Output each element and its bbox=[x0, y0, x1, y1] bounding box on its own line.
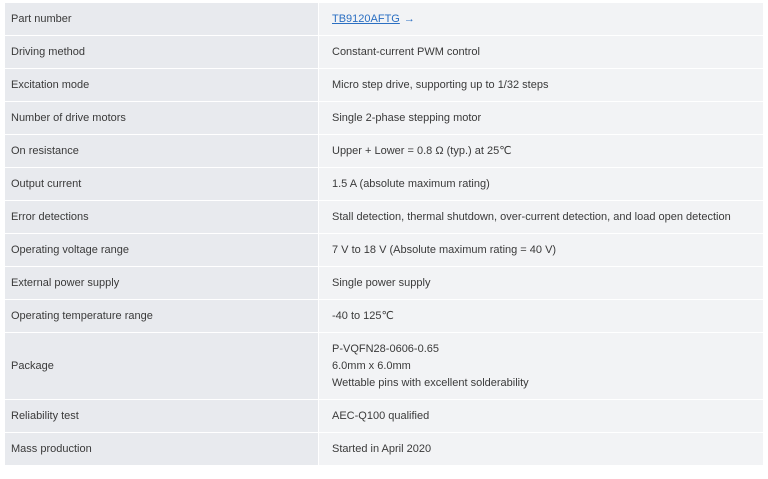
table-row-mass-production: Mass production Started in April 2020 bbox=[5, 432, 763, 466]
row-value: P-VQFN28-0606-0.65 6.0mm x 6.0mm Wettabl… bbox=[318, 332, 763, 400]
row-label: Reliability test bbox=[5, 399, 319, 433]
table-row-package: Package P-VQFN28-0606-0.65 6.0mm x 6.0mm… bbox=[5, 332, 763, 400]
row-value: Started in April 2020 bbox=[318, 432, 763, 466]
package-line: 6.0mm x 6.0mm bbox=[332, 359, 411, 372]
row-value: -40 to 125℃ bbox=[318, 299, 763, 333]
row-value: Micro step drive, supporting up to 1/32 … bbox=[318, 68, 763, 102]
table-row-excitation-mode: Excitation mode Micro step drive, suppor… bbox=[5, 68, 763, 102]
row-label: Mass production bbox=[5, 432, 319, 466]
row-label: Package bbox=[5, 332, 319, 400]
table-row-operating-temperature: Operating temperature range -40 to 125℃ bbox=[5, 299, 763, 333]
row-value: Single power supply bbox=[318, 266, 763, 300]
row-label: On resistance bbox=[5, 134, 319, 168]
row-label: Output current bbox=[5, 167, 319, 201]
row-label: Error detections bbox=[5, 200, 319, 234]
row-value: Stall detection, thermal shutdown, over-… bbox=[318, 200, 763, 234]
table-row-reliability-test: Reliability test AEC-Q100 qualified bbox=[5, 399, 763, 433]
row-label: Excitation mode bbox=[5, 68, 319, 102]
row-label: Driving method bbox=[5, 35, 319, 69]
arrow-right-icon[interactable]: → bbox=[404, 13, 415, 25]
row-label: Part number bbox=[5, 3, 319, 36]
row-value: Upper + Lower = 0.8 Ω (typ.) at 25℃ bbox=[318, 134, 763, 168]
row-value: Constant-current PWM control bbox=[318, 35, 763, 69]
table-row-external-power: External power supply Single power suppl… bbox=[5, 266, 763, 300]
table-row-drive-motors: Number of drive motors Single 2-phase st… bbox=[5, 101, 763, 135]
row-label: Operating voltage range bbox=[5, 233, 319, 267]
row-label: External power supply bbox=[5, 266, 319, 300]
row-value: TB9120AFTG → bbox=[318, 3, 763, 36]
row-value: Single 2-phase stepping motor bbox=[318, 101, 763, 135]
package-line: Wettable pins with excellent solderabili… bbox=[332, 376, 529, 389]
table-row-part-number: Part number TB9120AFTG → bbox=[5, 3, 763, 36]
row-label: Operating temperature range bbox=[5, 299, 319, 333]
table-row-error-detections: Error detections Stall detection, therma… bbox=[5, 200, 763, 234]
table-row-driving-method: Driving method Constant-current PWM cont… bbox=[5, 35, 763, 69]
spec-table: Part number TB9120AFTG → Driving method C… bbox=[5, 3, 763, 466]
row-label: Number of drive motors bbox=[5, 101, 319, 135]
package-line: P-VQFN28-0606-0.65 bbox=[332, 342, 439, 355]
row-value: 7 V to 18 V (Absolute maximum rating = 4… bbox=[318, 233, 763, 267]
table-row-on-resistance: On resistance Upper + Lower = 0.8 Ω (typ… bbox=[5, 134, 763, 168]
table-row-operating-voltage: Operating voltage range 7 V to 18 V (Abs… bbox=[5, 233, 763, 267]
row-value: 1.5 A (absolute maximum rating) bbox=[318, 167, 763, 201]
table-row-output-current: Output current 1.5 A (absolute maximum r… bbox=[5, 167, 763, 201]
row-value: AEC-Q100 qualified bbox=[318, 399, 763, 433]
part-number-link[interactable]: TB9120AFTG bbox=[332, 13, 400, 25]
